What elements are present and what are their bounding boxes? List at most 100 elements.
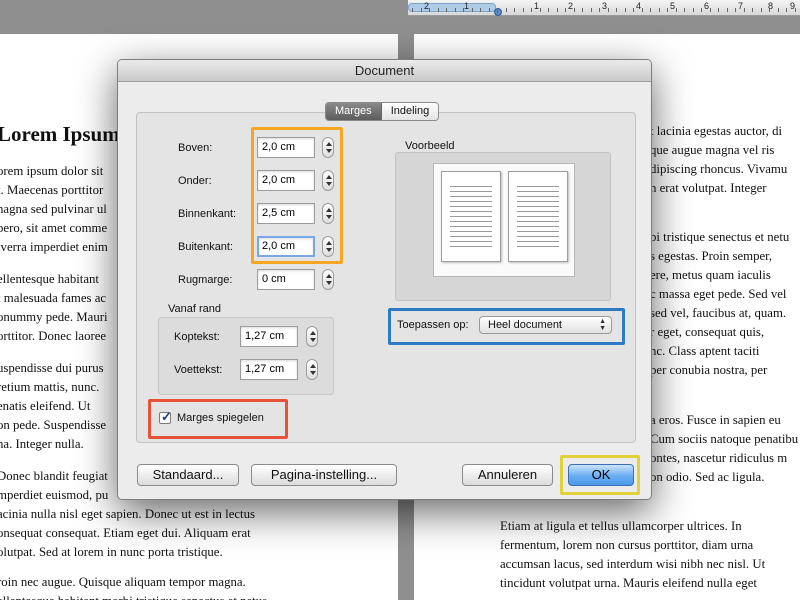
- mirror-margins-label[interactable]: Marges spiegelen: [177, 412, 264, 424]
- ruler-tick: [582, 8, 583, 12]
- chevron-updown-icon: ▲ ▼: [599, 318, 606, 332]
- apply-to-select[interactable]: Heel document ▲ ▼: [479, 316, 612, 334]
- ruler-tick: [471, 8, 473, 12]
- ruler-tick: [522, 8, 524, 12]
- ruler-tick: [556, 8, 558, 12]
- ruler-tick: [684, 8, 685, 12]
- ruler-tick: [488, 8, 490, 12]
- ruler-label: 3: [602, 1, 608, 11]
- apply-to-label: Toepassen op:: [397, 319, 469, 331]
- ruler-indent-handle[interactable]: [494, 8, 502, 16]
- preview-sheet: [433, 163, 575, 277]
- document-line: mperdiet euismod, pu: [0, 488, 109, 502]
- ruler-tick: [650, 8, 651, 12]
- ok-button[interactable]: OK: [568, 464, 634, 486]
- ruler-tick: [607, 8, 609, 12]
- ruler-label: 7: [738, 1, 744, 11]
- horizontal-ruler: 2 1 1 2 3 4 5 6 7 8 9: [408, 0, 800, 16]
- inside-margin-label: Binnenkant:: [178, 208, 237, 220]
- document-line: sed vel, faucibus at, quam.: [650, 306, 787, 320]
- document-line: onummy pede. Mauri: [0, 310, 108, 324]
- ruler-label: 5: [670, 1, 676, 11]
- document-line: per conubia nostra, per: [650, 363, 768, 377]
- dialog-tabs: Marges Indeling: [325, 102, 440, 121]
- ruler-tick: [658, 8, 660, 12]
- inside-margin-field[interactable]: 2,5 cm: [257, 203, 315, 224]
- ruler-tick: [497, 8, 498, 12]
- ruler-tick: [590, 8, 592, 12]
- outside-margin-stepper[interactable]: [322, 236, 334, 257]
- document-line: fermentum, lorem non cursus porttitor, d…: [500, 538, 754, 552]
- ruler-tick: [412, 8, 413, 12]
- cancel-button[interactable]: Annuleren: [462, 464, 553, 486]
- ruler-tick: [420, 8, 422, 12]
- document-line: enatis eleifend. Ut: [0, 399, 91, 413]
- ruler-tick: [675, 8, 677, 12]
- document-line: t malesuada fames ac: [0, 291, 107, 305]
- document-line: nc. Class aptent taciti: [650, 344, 760, 358]
- from-edge-group-label: Vanaf rand: [168, 303, 222, 315]
- ruler-tick: [624, 8, 626, 12]
- ruler-tick: [760, 8, 762, 12]
- document-line: Donec blandit feugiat: [0, 469, 108, 483]
- document-line: s egestas. Proin semper,: [650, 249, 773, 263]
- ruler-tick: [692, 8, 694, 12]
- top-margin-label: Boven:: [178, 142, 213, 154]
- ruler-tick: [616, 8, 617, 12]
- ruler-tick: [463, 8, 464, 12]
- default-button[interactable]: Standaard...: [137, 464, 239, 486]
- dialog-title: Document: [118, 60, 651, 82]
- gutter-field[interactable]: 0 cm: [257, 269, 315, 290]
- ruler-tick: [599, 8, 600, 12]
- document-line: Etiam at ligula et tellus ullamcorper ul…: [500, 519, 742, 533]
- mirror-margins-checkbox[interactable]: ✓: [159, 409, 172, 424]
- ruler-tick: [726, 8, 728, 12]
- gutter-stepper[interactable]: [322, 269, 334, 290]
- footer-label: Voettekst:: [174, 364, 223, 376]
- document-line: orttitor. Donec laoree: [0, 329, 107, 343]
- document-heading: Lorem Ipsum: [0, 122, 120, 146]
- document-line: na. Integer nulla.: [0, 437, 84, 451]
- preview-label: Voorbeeld: [405, 140, 455, 152]
- document-line: ontes, nascetur ridiculus m: [650, 451, 788, 465]
- document-line: retium mattis, nunc.: [0, 380, 100, 394]
- gutter-label: Rugmarge:: [178, 274, 233, 286]
- document-line: orem ipsum dolor sit: [0, 164, 104, 178]
- ruler-tick: [548, 8, 549, 12]
- footer-distance-field[interactable]: 1,27 cm: [240, 359, 298, 380]
- ruler-tick: [480, 8, 481, 12]
- document-dialog: Document Marges Indeling Boven: 2,0 cm O…: [117, 59, 652, 500]
- header-distance-field[interactable]: 1,27 cm: [240, 326, 298, 347]
- footer-distance-stepper[interactable]: [306, 359, 318, 380]
- page-preview: [395, 152, 611, 301]
- document-line: Cum sociis natoque penatibu: [650, 432, 799, 446]
- header-distance-stepper[interactable]: [306, 326, 318, 347]
- top-margin-field[interactable]: 2,0 cm: [257, 137, 315, 158]
- ruler-tick: [641, 8, 643, 12]
- ruler-label: 1: [534, 1, 540, 11]
- ruler-label: 6: [704, 1, 710, 11]
- ruler-tick: [454, 8, 456, 12]
- document-line: on pede. Suspendisse: [0, 418, 107, 432]
- tab-margins[interactable]: Marges: [326, 103, 382, 120]
- bottom-margin-stepper[interactable]: [322, 170, 334, 191]
- document-line: roin nec augue. Quisque aliquam tempor m…: [0, 575, 246, 589]
- inside-margin-stepper[interactable]: [322, 203, 334, 224]
- document-line: ellentesque habitant: [0, 272, 99, 286]
- top-margin-stepper[interactable]: [322, 137, 334, 158]
- outside-margin-field[interactable]: 2,0 cm: [257, 236, 315, 257]
- bottom-margin-label: Onder:: [178, 175, 212, 187]
- apply-to-value: Heel document: [488, 319, 562, 331]
- ruler-tick: [539, 8, 541, 12]
- preview-page-right: [508, 171, 568, 262]
- ruler-label: 2: [568, 1, 574, 11]
- ruler-tick: [429, 8, 430, 12]
- document-line: tincidunt volutpat urna. Mauris eleifend…: [500, 576, 757, 590]
- page-setup-button[interactable]: Pagina-instelling...: [251, 464, 397, 486]
- document-line: acinia nulla nisl eget sapien. Donec ut …: [0, 507, 255, 521]
- document-line: t lacinia egestas auctor, di: [650, 124, 783, 138]
- ruler-tick: [786, 8, 787, 12]
- tab-layout[interactable]: Indeling: [381, 103, 439, 120]
- ruler-tick: [565, 8, 566, 12]
- bottom-margin-field[interactable]: 2,0 cm: [257, 170, 315, 191]
